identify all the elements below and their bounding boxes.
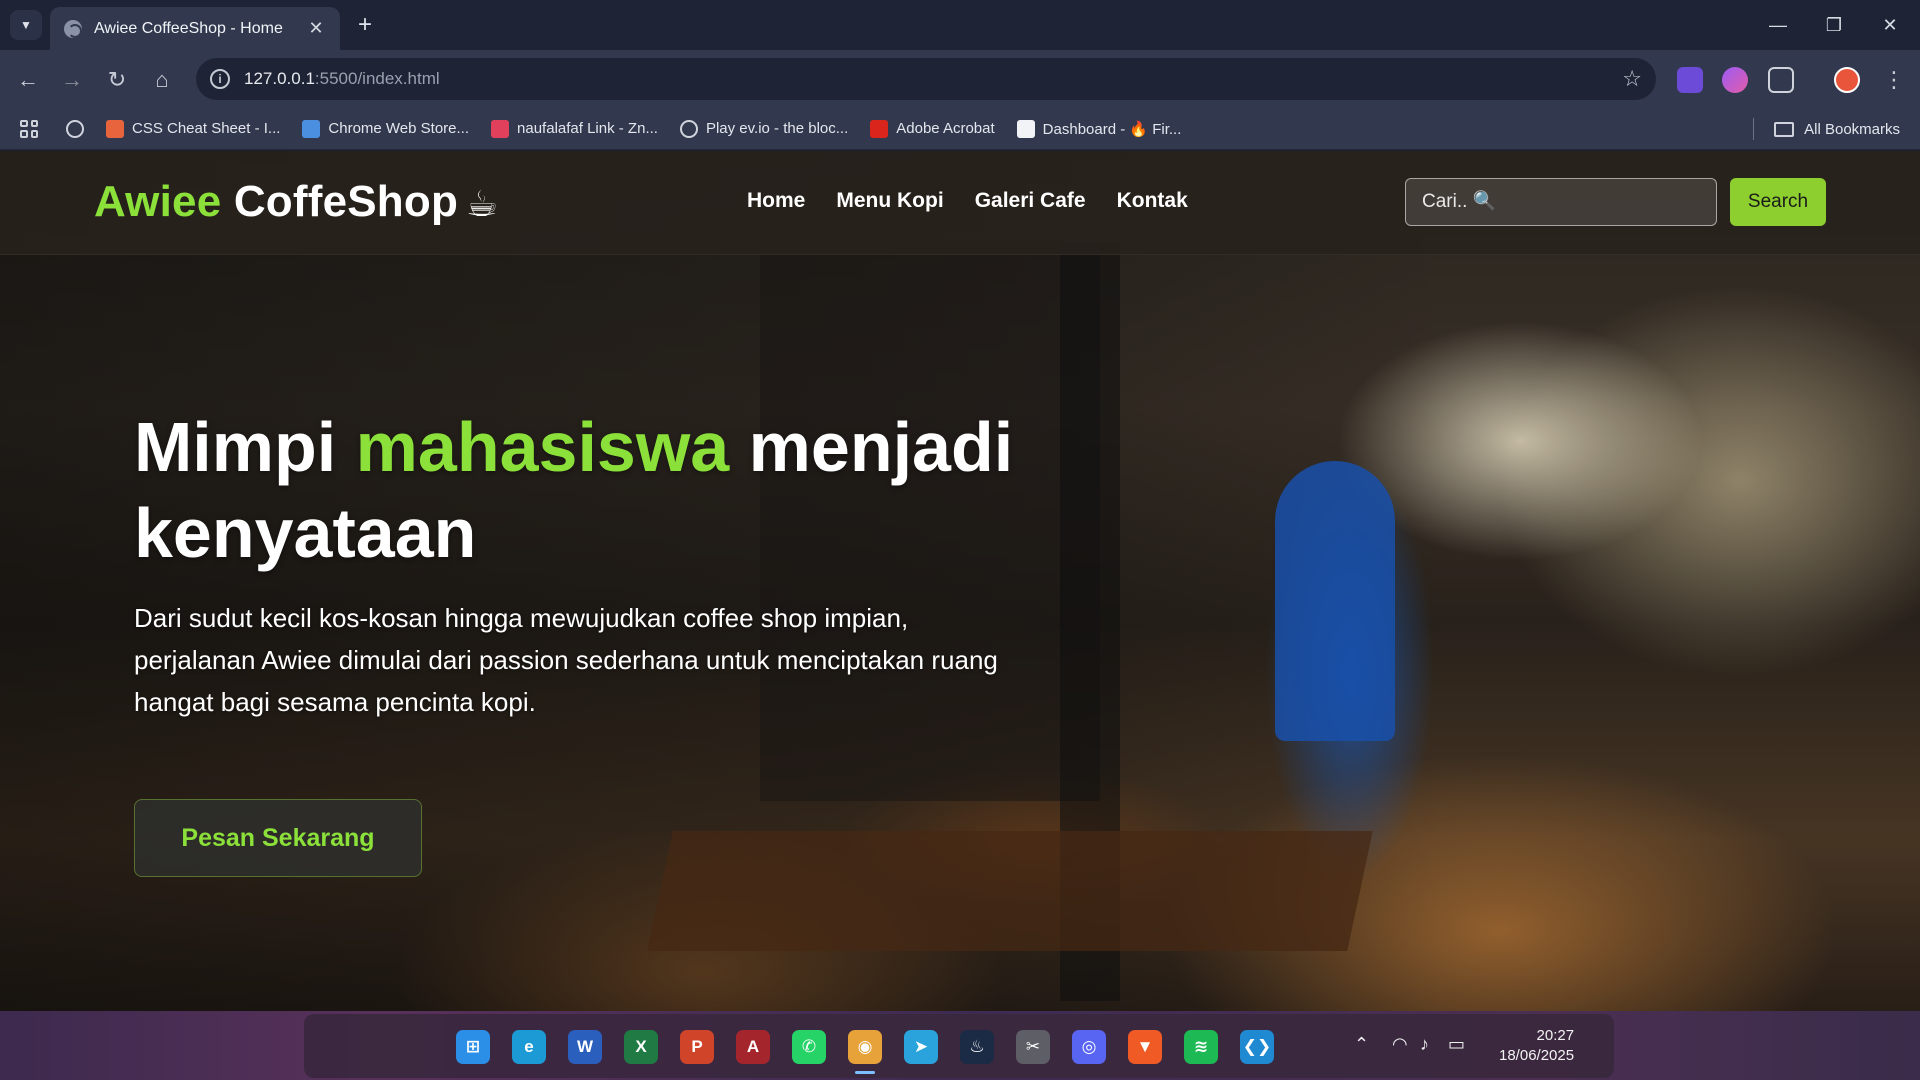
order-now-button[interactable]: Pesan Sekarang [134,799,422,877]
bookmark-item[interactable]: Chrome Web Store... [302,119,469,138]
hero-background-detail [647,831,1373,951]
forward-icon[interactable]: → [58,66,86,94]
bookmarks-bar: CSS Cheat Sheet - I... Chrome Web Store.… [0,108,1920,150]
chevron-down-icon: ▼ [20,18,32,32]
home-icon[interactable]: ⌂ [148,66,176,94]
extension-icon[interactable] [1722,67,1748,93]
nav-galeri-cafe[interactable]: Galeri Cafe [975,189,1086,213]
hero-title: Mimpi mahasiswa menjadi kenyataan [134,408,1014,572]
bookmark-favicon-icon [106,119,124,138]
taskbar-dock: ⌃ ◠ ♪ ▭ 20:27 18/06/2025 ⊞ e W X P A ✆ ◉ ➤ ♨ ✂ ◎ ▼ ≋ ❮… [304,1014,1614,1078]
steam-icon[interactable]: ♨ [960,1030,994,1064]
spotify-icon[interactable]: ≋ [1184,1030,1218,1064]
wifi-icon[interactable]: ◠ [1392,1034,1408,1055]
bookmark-item[interactable]: Adobe Acrobat [870,119,995,138]
nav-kontak[interactable]: Kontak [1117,189,1188,213]
coffee-cup-icon: ☕ [466,183,499,224]
word-icon[interactable]: W [568,1030,602,1064]
extension-icon[interactable] [1677,67,1703,93]
bookmark-favicon-icon [679,119,698,138]
whatsapp-icon[interactable]: ✆ [792,1030,826,1064]
access-icon[interactable]: A [736,1030,770,1064]
tab-search-button[interactable]: ▼ [10,10,42,40]
active-app-indicator [855,1071,875,1074]
system-clock[interactable]: 20:27 18/06/2025 [1499,1026,1574,1066]
bookmark-favicon-icon [870,119,889,138]
brave-icon[interactable]: ▼ [1128,1030,1162,1064]
apps-grid-icon[interactable] [20,119,38,138]
chevron-up-icon[interactable]: ⌃ [1354,1034,1369,1055]
minimize-button[interactable]: — [1758,12,1798,38]
bookmarks-separator [1753,118,1755,140]
hero-background-detail [1275,461,1395,741]
avatar[interactable] [1834,67,1860,93]
bookmark-item[interactable]: Dashboard - 🔥 Fir... [1016,119,1181,138]
tools-icon[interactable]: ✂ [1016,1030,1050,1064]
address-bar[interactable]: i 127.0.0.1:5500/index.html ☆ [196,58,1656,100]
hero-description: Dari sudut kecil kos-kosan hingga mewuju… [134,603,998,717]
windows-start-icon[interactable]: ⊞ [456,1030,490,1064]
tab-title: Awiee CoffeeShop - Home [94,19,283,37]
discord-icon[interactable]: ◎ [1072,1030,1106,1064]
bookmark-favicon-icon [302,119,321,138]
bookmark-favicon-icon [1016,119,1035,138]
telegram-icon[interactable]: ➤ [904,1030,938,1064]
close-tab-icon[interactable]: ✕ [306,18,326,39]
browser-tab[interactable]: Awiee CoffeeShop - Home ✕ [50,7,340,50]
site-info-icon[interactable]: i [210,69,230,89]
browser-toolbar: ← → ↻ ⌂ i 127.0.0.1:5500/index.html ☆ ⋮ [0,50,1920,108]
main-nav: Home Menu Kopi Galeri Cafe Kontak [747,189,1188,213]
folder-icon [1774,121,1795,137]
page-viewport: Awiee CoffeShop ☕ Home Menu Kopi Galeri C… [0,151,1920,1011]
battery-icon[interactable]: ▭ [1448,1034,1465,1055]
bookmark-item[interactable]: Play ev.io - the bloc... [679,119,848,138]
restore-button[interactable]: ❐ [1814,12,1854,38]
bookmark-favicon-icon [491,119,510,138]
reload-icon[interactable]: ↻ [103,66,131,94]
chrome-icon[interactable]: ◉ [848,1030,882,1064]
nav-home[interactable]: Home [747,189,805,213]
close-window-button[interactable]: ✕ [1870,12,1910,38]
back-icon[interactable]: ← [14,66,42,94]
volume-icon[interactable]: ♪ [1420,1034,1429,1055]
excel-icon[interactable]: X [624,1030,658,1064]
all-bookmarks-button[interactable]: All Bookmarks [1753,108,1900,150]
bookmark-item[interactable]: naufalafaf Link - Zn... [491,119,658,138]
vscode-icon[interactable]: ❮❯ [1240,1030,1274,1064]
browser-tab-bar: ▼ Awiee CoffeeShop - Home ✕ + — ❐ ✕ [0,0,1920,50]
puzzle-icon[interactable] [1768,67,1794,93]
windows-taskbar: ⌃ ◠ ♪ ▭ 20:27 18/06/2025 ⊞ e W X P A ✆ ◉ ➤ ♨ ✂ ◎ ▼ ≋ ❮… [0,1011,1920,1080]
bookmark-star-icon[interactable]: ☆ [1622,66,1642,92]
powerpoint-icon[interactable]: P [680,1030,714,1064]
globe-icon[interactable] [66,119,84,138]
new-tab-button[interactable]: + [354,12,376,38]
site-navbar: Awiee CoffeShop ☕ Home Menu Kopi Galeri C… [0,151,1920,255]
search-button[interactable]: Search [1730,178,1826,226]
site-logo[interactable]: Awiee CoffeShop ☕ [94,177,499,227]
kebab-menu-icon[interactable]: ⋮ [1880,66,1908,94]
globe-icon [64,19,82,38]
nav-menu-kopi[interactable]: Menu Kopi [836,189,943,213]
url-text: 127.0.0.1:5500/index.html [244,69,440,88]
edge-icon[interactable]: e [512,1030,546,1064]
search-input[interactable] [1405,178,1717,226]
bookmark-item[interactable]: CSS Cheat Sheet - I... [106,119,280,138]
